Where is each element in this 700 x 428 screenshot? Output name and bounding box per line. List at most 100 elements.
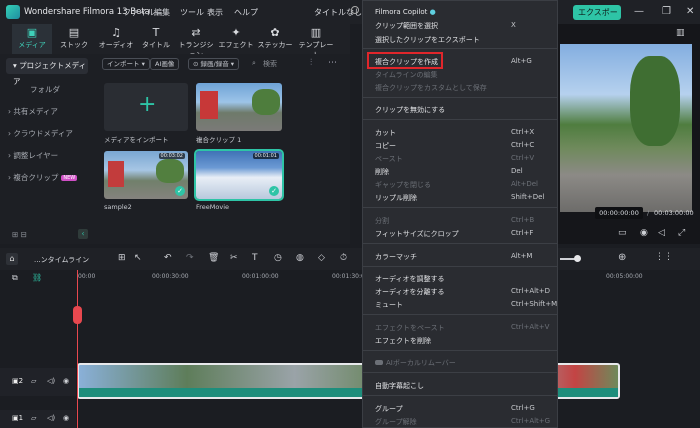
delete-icon[interactable]: 🗑 [208,253,219,263]
menu-tools[interactable]: ツール [180,7,204,18]
menu-item-cut[interactable]: カット [375,128,396,138]
menu-item-save-compound-custom[interactable]: 複合クリップをカスタムとして保存 [375,83,487,93]
clock-icon[interactable] [351,6,359,14]
timeline-tab[interactable]: ...ンタイムライン [34,255,89,265]
new-folder-icon[interactable]: ⊞ ⊟ [12,230,27,239]
tab-titles[interactable]: T タイトル [136,24,176,54]
title-bar: Wondershare Filmora 13 Beta ファイル 編集 ツール … [0,0,700,32]
tab-stock[interactable]: ▤ ストック [54,24,94,54]
tab-media[interactable]: ▣ メディア [12,24,52,54]
sidebar-item-shared-media[interactable]: › 共有メディア [8,106,58,117]
menu-item-remove-effects[interactable]: エフェクトを削除 [375,336,431,346]
text-icon[interactable]: T [252,253,258,263]
collapse-icon[interactable]: ‹ [78,229,88,239]
more-icon[interactable]: ⋯ [328,58,337,68]
camera-icon[interactable]: ◉ [640,228,648,238]
menu-help[interactable]: ヘルプ [234,7,258,18]
ai-image-button[interactable]: AI画像 [150,58,180,70]
playhead[interactable] [77,270,78,428]
tab-stickers[interactable]: ✿ ステッカー [255,24,295,54]
tab-templates[interactable]: ▥テンプレート [296,24,336,59]
maximize-icon[interactable]: ❐ [662,6,671,17]
preview-video[interactable] [560,44,692,212]
undo-icon[interactable]: ↶ [164,253,172,263]
home-icon[interactable]: ⌂ [6,253,18,265]
menu-item-edit-timeline[interactable]: タイムラインの編集 [375,70,438,80]
redo-icon[interactable]: ↷ [186,253,194,263]
menu-item-group[interactable]: グループ [375,404,403,414]
menu-item-crop-to-fit[interactable]: フィットサイズにクロップ [375,229,459,239]
add-track-icon[interactable]: ⧉ [12,273,18,283]
menu-item-ai-vocal-remover[interactable]: AIボーカルリムーバー [375,358,456,368]
tab-effects[interactable]: ✦ エフェクト [216,24,256,54]
timer-icon[interactable]: ⏱ [340,253,347,263]
zoom-slider-handle[interactable] [574,255,581,262]
import-tile-label: メディアをインポート [104,136,169,144]
sidebar-item-cloud-media[interactable]: › クラウドメディア [8,128,73,139]
menu-item-copy[interactable]: コピー [375,141,396,151]
record-button[interactable]: ⊙ 録画/録音 ▾ [188,58,240,70]
layout-icon[interactable]: ▥ [676,28,685,38]
sidebar-item-adjustment-layer[interactable]: › 調整レイヤー [8,150,58,161]
minimize-icon[interactable]: — [634,6,644,17]
tab-transitions[interactable]: ⇄トランジション [176,24,216,59]
tab-audio[interactable]: ♫ オーディオ [96,24,136,54]
menu-item-close-gap[interactable]: ギャップを閉じる [375,180,431,190]
menu-item-disable-clip[interactable]: クリップを無効にする [375,105,445,115]
speed-icon[interactable]: ◷ [274,253,282,263]
filter-icon[interactable]: ⫶ [310,58,312,68]
clip-thumbnail[interactable]: 00:01:01 ✓ [194,149,284,201]
search-input[interactable]: 検索 [263,59,277,69]
search-icon[interactable]: ⌕ [252,59,256,68]
grid-icon[interactable]: ⊞ [118,253,126,263]
playhead-handle[interactable] [73,306,82,324]
menu-edit[interactable]: 編集 [154,7,170,18]
import-media-tile[interactable]: + [104,83,188,131]
keyframe-icon[interactable]: ◇ [318,253,325,263]
menu-item-export-selected[interactable]: 選択したクリップをエクスポート [375,35,480,45]
clip-thumbnail[interactable]: 00:03:02 ✓ [104,151,188,199]
tree-shape [156,159,184,183]
close-icon[interactable]: ✕ [686,6,694,17]
tree-shape [252,89,280,115]
volume-icon[interactable]: ◁ [658,228,665,238]
menu-item-paste[interactable]: ペースト [375,154,403,164]
menu-item-color-match[interactable]: カラーマッチ [375,252,417,262]
cut-icon[interactable]: ✂ [230,253,238,263]
display-icon[interactable]: ▭ [618,228,627,238]
menu-item-ungroup[interactable]: グループ解除 [375,417,417,427]
eye-icon[interactable]: ◉ [63,414,69,422]
menu-item-adjust-audio[interactable]: オーディオを調整する [375,274,445,284]
speaker-icon[interactable]: ◁) [47,377,55,385]
import-button[interactable]: インポート ▾ [102,58,150,70]
select-icon[interactable]: ↖ [134,253,142,263]
menu-item-detach-audio[interactable]: オーディオを分離する [375,287,445,297]
menu-item-delete[interactable]: 削除 [375,167,389,177]
menu-item-create-compound[interactable]: 複合クリップを作成 [375,57,438,67]
folder-icon[interactable]: ▱ [31,377,36,385]
menu-item-ripple-delete[interactable]: リップル削除 [375,193,417,203]
menu-item-auto-caption[interactable]: 自動字幕起こし [375,381,424,391]
zoom-in-icon[interactable]: ⊕ [618,252,626,263]
menu-file[interactable]: ファイル [123,7,155,18]
shortcut: Alt+G [511,57,532,65]
menu-view[interactable]: 表示 [207,7,223,18]
sidebar-item-compound-clip[interactable]: › 複合クリップ NEW [8,172,78,183]
color-icon[interactable]: ◍ [296,253,304,263]
clip-thumbnail[interactable] [196,83,282,131]
music-icon: ♫ [111,26,121,39]
sidebar-item-folder[interactable]: フォルダ [30,84,60,95]
fullscreen-icon[interactable]: ⤢ [678,228,685,238]
menu-item-copilot[interactable]: Filmora Copilot ● [375,8,436,16]
menu-item-select-range[interactable]: クリップ範囲を選択 [375,21,438,31]
menu-item-mute[interactable]: ミュート [375,300,403,310]
menu-item-paste-effects[interactable]: エフェクトをペースト [375,323,445,333]
menu-item-split[interactable]: 分割 [375,216,389,226]
export-button[interactable]: エクスポート ▾ [573,5,621,32]
link-icon[interactable]: ⛓ [32,273,42,282]
speaker-icon[interactable]: ◁) [47,414,55,422]
eye-icon[interactable]: ◉ [63,377,69,385]
layout-grid-icon[interactable]: ⋮⋮ [655,252,673,262]
sidebar-item-project-media[interactable]: ▾ プロジェクトメディア [6,58,88,86]
folder-icon[interactable]: ▱ [31,414,36,422]
